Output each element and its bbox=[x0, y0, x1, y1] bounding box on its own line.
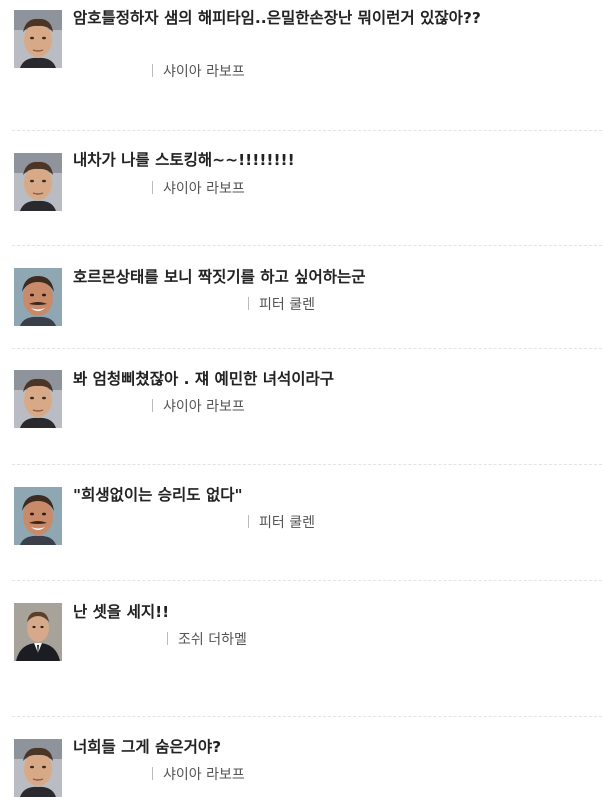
quote-text[interactable]: 호르몬상태를 보니 짝짓기를 하고 싶어하는군 bbox=[73, 264, 513, 290]
josh-duhamel-avatar bbox=[14, 603, 62, 661]
quote-text[interactable]: 내차가 나를 스토킹해~~!!!!!!!! bbox=[73, 147, 513, 173]
peter-cullen-avatar bbox=[14, 487, 62, 545]
shia-labeouf-avatar bbox=[14, 370, 62, 428]
quote-text[interactable]: 암호틀정하자 샘의 해피타임..은밀한손장난 뭐이런거 있잖아?? bbox=[73, 5, 513, 31]
shia-labeouf-avatar bbox=[14, 10, 62, 68]
quote-list: 암호틀정하자 샘의 해피타임..은밀한손장난 뭐이런거 있잖아?? 샤이아 라보… bbox=[0, 0, 604, 807]
quote-text[interactable]: 봐 엄청삐쳤잖아 . 쟤 예민한 녀석이라구 bbox=[73, 366, 513, 392]
quote-text[interactable]: 너희들 그게 숨은거야? bbox=[73, 734, 513, 760]
divider bbox=[12, 245, 602, 246]
speaker-name: 피터 쿨렌 bbox=[248, 514, 315, 532]
divider bbox=[12, 348, 602, 349]
separator bbox=[248, 515, 249, 528]
shia-labeouf-avatar bbox=[14, 739, 62, 797]
separator bbox=[152, 767, 153, 780]
quote-text[interactable]: 난 셋을 세지!! bbox=[73, 599, 513, 625]
speaker-name: 샤이아 라보프 bbox=[152, 766, 245, 784]
separator bbox=[152, 399, 153, 412]
speaker-name: 샤이아 라보프 bbox=[152, 398, 245, 416]
peter-cullen-avatar bbox=[14, 268, 62, 326]
separator bbox=[248, 297, 249, 310]
divider bbox=[12, 580, 602, 581]
divider bbox=[12, 464, 602, 465]
divider bbox=[12, 130, 602, 131]
separator bbox=[152, 64, 153, 77]
speaker-name: 조쉬 더하멜 bbox=[167, 631, 247, 649]
quote-text[interactable]: "희생없이는 승리도 없다" bbox=[73, 482, 513, 508]
speaker-name: 피터 쿨렌 bbox=[248, 296, 315, 314]
shia-labeouf-avatar bbox=[14, 153, 62, 211]
separator bbox=[152, 181, 153, 194]
divider bbox=[12, 716, 602, 717]
speaker-name: 샤이아 라보프 bbox=[152, 63, 245, 81]
separator bbox=[167, 632, 168, 645]
speaker-name: 샤이아 라보프 bbox=[152, 180, 245, 198]
